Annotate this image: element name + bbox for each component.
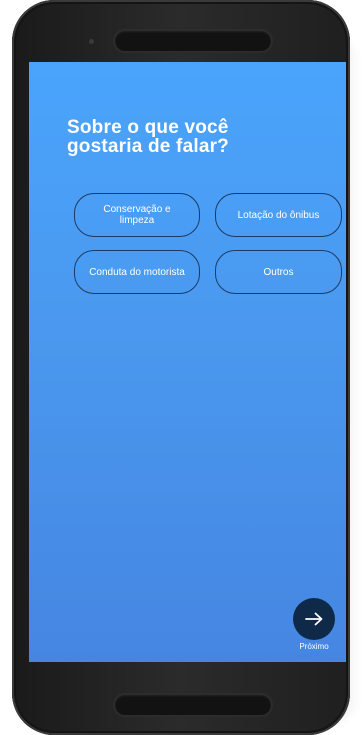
top-speaker-grille	[115, 31, 271, 51]
topic-label-line-2: limpeza	[119, 215, 155, 226]
topic-lotacao-onibus-button[interactable]: Lotação do ônibus	[215, 193, 342, 237]
bottom-speaker-grille	[115, 695, 271, 715]
page-title: Sobre o que você gostaria de falar?	[67, 118, 307, 156]
topic-label: Outros	[263, 266, 294, 278]
next-button-label: Próximo	[299, 642, 329, 651]
phone-frame: Sobre o que você gostaria de falar? Cons…	[12, 0, 350, 735]
arrow-right-icon	[305, 612, 323, 626]
mockup-scene: Sobre o que você gostaria de falar? Cons…	[0, 0, 363, 735]
next-button[interactable]	[293, 598, 335, 640]
topic-label: Lotação do ônibus	[237, 209, 320, 221]
page-title-line-2: gostaria de falar?	[67, 136, 229, 157]
topic-label: Conservação e limpeza	[103, 204, 170, 226]
topic-conservacao-limpeza-button[interactable]: Conservação e limpeza	[74, 193, 200, 237]
topic-label-line-1: Conservação e	[103, 204, 171, 215]
page-title-line-1: Sobre o que você	[67, 117, 229, 138]
app-screen: Sobre o que você gostaria de falar? Cons…	[29, 62, 346, 662]
topic-label: Conduta do motorista	[89, 266, 185, 278]
front-camera	[89, 39, 94, 44]
topic-outros-button[interactable]: Outros	[215, 250, 342, 294]
topic-conduta-motorista-button[interactable]: Conduta do motorista	[74, 250, 200, 294]
